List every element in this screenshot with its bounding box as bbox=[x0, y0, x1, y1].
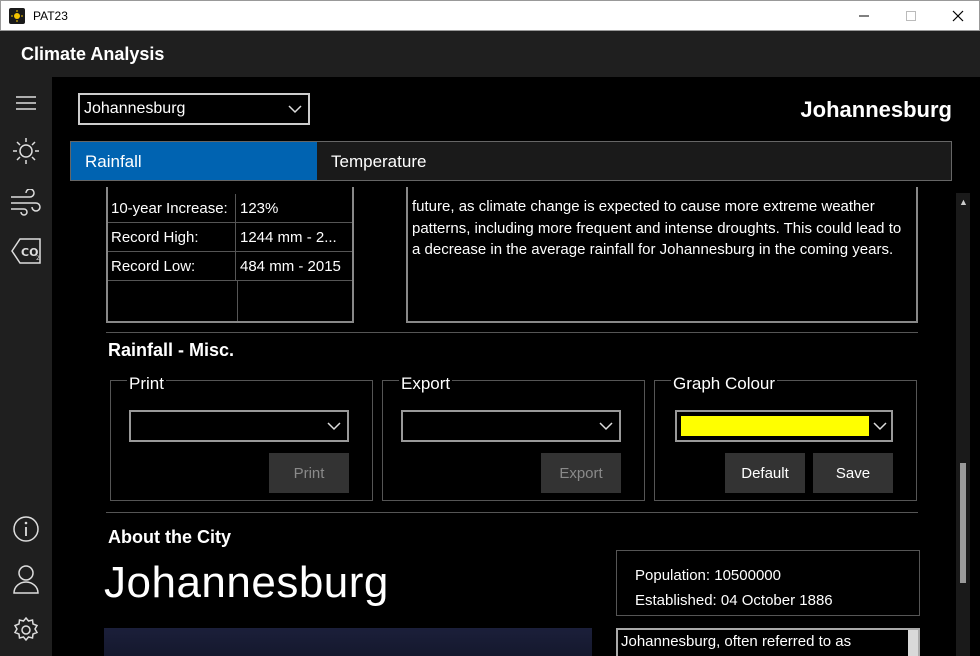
maximize-button[interactable] bbox=[888, 1, 934, 31]
stat-value: 484 mm - 2015 bbox=[240, 258, 341, 275]
stat-label: Record Low: bbox=[108, 252, 236, 281]
info-icon[interactable] bbox=[10, 513, 42, 545]
print-group-title: Print bbox=[127, 374, 166, 394]
close-button[interactable] bbox=[935, 1, 980, 31]
city-bar: Johannesburg Johannesburg bbox=[70, 89, 952, 129]
divider bbox=[106, 332, 918, 333]
colour-swatch bbox=[681, 416, 869, 436]
wind-icon[interactable] bbox=[10, 187, 42, 219]
app-icon bbox=[9, 8, 25, 24]
nav-rail: CO 2 bbox=[0, 77, 52, 656]
tab-bar: Rainfall Temperature bbox=[70, 141, 952, 181]
default-button[interactable]: Default bbox=[725, 453, 805, 493]
graph-colour-group: Graph Colour Default Save bbox=[654, 374, 917, 501]
stat-value: 123% bbox=[240, 200, 279, 217]
export-group: Export Export bbox=[382, 374, 645, 501]
rainfall-description: future, as climate change is expected to… bbox=[406, 187, 918, 323]
rainfall-stats-table: 10-year Increase: 123% Record High: 1244… bbox=[106, 187, 354, 323]
table-row: 10-year Increase: 123% bbox=[108, 194, 352, 223]
stat-label: Record High: bbox=[108, 223, 236, 252]
user-icon[interactable] bbox=[10, 563, 42, 595]
population-text: Population: 10500000 bbox=[635, 567, 781, 584]
app-header: Climate Analysis bbox=[0, 31, 980, 77]
city-description-text: Johannesburg, often referred to as bbox=[621, 633, 852, 650]
misc-section-title: Rainfall - Misc. bbox=[108, 340, 235, 360]
column-divider bbox=[237, 281, 238, 321]
city-image bbox=[104, 628, 592, 656]
city-dropdown-value: Johannesburg bbox=[84, 100, 186, 117]
divider bbox=[106, 512, 918, 513]
chevron-down-icon bbox=[873, 418, 887, 436]
main-content: Johannesburg Johannesburg Rainfall Tempe… bbox=[52, 77, 980, 656]
export-group-title: Export bbox=[399, 374, 453, 394]
sun-icon[interactable] bbox=[10, 135, 42, 167]
chevron-down-icon bbox=[327, 418, 341, 436]
export-dropdown[interactable] bbox=[401, 410, 621, 442]
app-title: Climate Analysis bbox=[21, 44, 165, 64]
city-info-box: Population: 10500000 Established: 04 Oct… bbox=[616, 550, 920, 616]
window-titlebar: PAT23 bbox=[0, 0, 980, 31]
page-scrollbar[interactable]: ▲ bbox=[956, 193, 970, 656]
scroll-up-icon[interactable]: ▲ bbox=[959, 197, 968, 207]
table-row: Record Low: 484 mm - 2015 bbox=[108, 252, 352, 281]
print-group: Print Print bbox=[110, 374, 373, 501]
tab-rainfall[interactable]: Rainfall bbox=[71, 142, 317, 180]
co2-icon[interactable]: CO 2 bbox=[10, 235, 42, 267]
chevron-down-icon bbox=[599, 418, 613, 436]
table-row: Record High: 1244 mm - 2... bbox=[108, 223, 352, 252]
about-section-title: About the City bbox=[108, 527, 231, 547]
chevron-down-icon bbox=[288, 101, 302, 119]
minimize-button[interactable] bbox=[841, 1, 887, 31]
city-heading: Johannesburg bbox=[800, 97, 952, 122]
hamburger-icon[interactable] bbox=[10, 87, 42, 119]
city-description: Johannesburg, often referred to as bbox=[616, 628, 920, 656]
city-name-large: Johannesburg bbox=[104, 558, 389, 607]
print-dropdown[interactable] bbox=[129, 410, 349, 442]
window-title: PAT23 bbox=[33, 9, 68, 23]
save-button[interactable]: Save bbox=[813, 453, 893, 493]
stat-value: 1244 mm - 2... bbox=[240, 229, 337, 246]
city-description-scrollbar[interactable] bbox=[908, 630, 918, 656]
gear-icon[interactable] bbox=[10, 614, 42, 646]
stat-label: 10-year Increase: bbox=[108, 194, 236, 223]
graph-colour-dropdown[interactable] bbox=[675, 410, 893, 442]
tab-temperature[interactable]: Temperature bbox=[317, 142, 951, 180]
print-button[interactable]: Print bbox=[269, 453, 349, 493]
established-text: Established: 04 October 1886 bbox=[635, 592, 833, 609]
svg-text:2: 2 bbox=[36, 255, 40, 262]
scrollbar-thumb[interactable] bbox=[960, 463, 966, 583]
graph-colour-group-title: Graph Colour bbox=[671, 374, 778, 394]
city-dropdown[interactable]: Johannesburg bbox=[78, 93, 310, 125]
export-button[interactable]: Export bbox=[541, 453, 621, 493]
